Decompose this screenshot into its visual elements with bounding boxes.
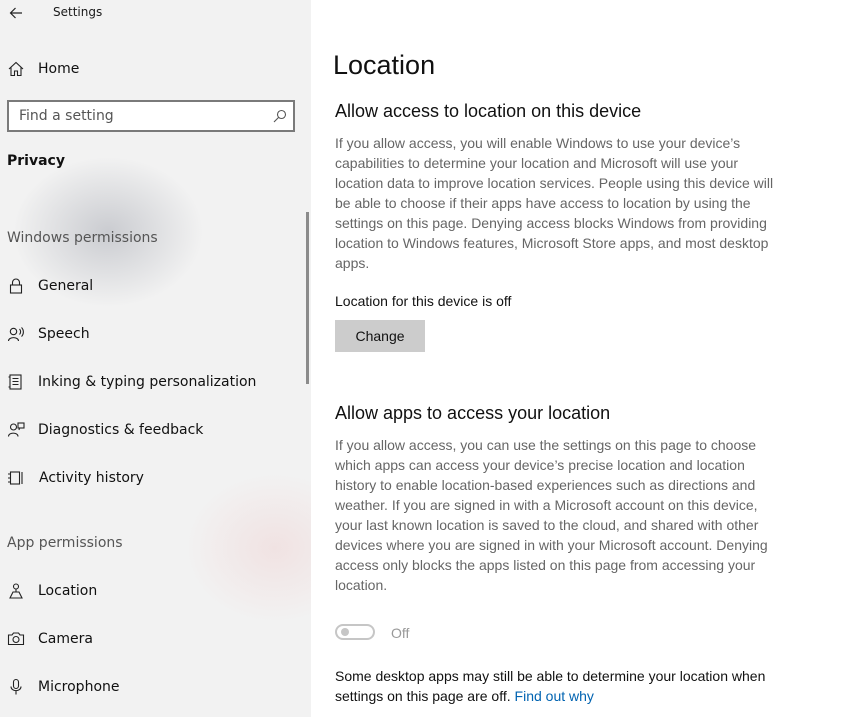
back-button[interactable] — [6, 3, 26, 23]
sidebar-item-label: Inking & typing personalization — [38, 374, 257, 390]
sidebar-item-label: Speech — [38, 326, 90, 342]
sidebar-item-label: Activity history — [39, 470, 144, 486]
apps-location-toggle[interactable] — [335, 624, 375, 640]
device-location-status: Location for this device is off — [335, 293, 512, 309]
sidebar-item-inking-typing[interactable]: Inking & typing personalization — [0, 369, 300, 395]
find-out-why-link[interactable]: Find out why — [515, 688, 594, 704]
location-icon — [7, 582, 25, 600]
search-box — [7, 100, 295, 132]
lock-icon — [7, 277, 25, 295]
sidebar-item-label: Microphone — [38, 679, 120, 695]
page-title: Location — [333, 50, 436, 80]
inking-icon — [7, 373, 25, 391]
sidebar-item-label: Diagnostics & feedback — [38, 422, 204, 438]
activity-history-icon — [7, 469, 25, 487]
diagnostics-icon — [7, 421, 25, 439]
windows-permissions-header: Windows permissions — [7, 230, 158, 246]
apps-access-heading: Allow apps to access your location — [335, 403, 611, 423]
app-permissions-header: App permissions — [7, 535, 123, 551]
sidebar-item-microphone[interactable]: Microphone — [0, 674, 300, 700]
sidebar-item-activity-history[interactable]: Activity history — [0, 465, 300, 491]
toggle-state-label: Off — [391, 625, 410, 641]
sidebar-scrollbar[interactable] — [306, 212, 309, 384]
sidebar-item-home[interactable]: Home — [0, 57, 300, 81]
sidebar-item-general[interactable]: General — [0, 273, 300, 299]
main-content: Location Allow access to location on thi… — [311, 0, 867, 717]
sidebar-item-location[interactable]: Location — [0, 578, 300, 604]
microphone-icon — [7, 678, 25, 696]
apps-access-description: If you allow access, you can use the set… — [335, 437, 768, 593]
sidebar-item-diagnostics-feedback[interactable]: Diagnostics & feedback — [0, 417, 300, 443]
back-arrow-icon — [9, 7, 22, 19]
search-icon[interactable] — [273, 109, 287, 123]
change-button[interactable]: Change — [335, 320, 425, 352]
window-title: Settings — [53, 5, 103, 19]
search-input[interactable] — [19, 106, 259, 126]
sidebar-item-speech[interactable]: Speech — [0, 321, 300, 347]
camera-icon — [7, 630, 25, 648]
sidebar-item-label: Location — [38, 583, 98, 599]
desktop-apps-note: Some desktop apps may still be able to d… — [335, 666, 795, 706]
toggle-knob — [341, 628, 349, 636]
sidebar-item-label: Home — [38, 61, 80, 77]
sidebar-item-camera[interactable]: Camera — [0, 626, 300, 652]
device-access-description: If you allow access, you will enable Win… — [335, 135, 774, 271]
sidebar-item-label: Camera — [38, 631, 93, 647]
speech-icon — [7, 325, 25, 343]
device-access-heading: Allow access to location on this device — [335, 101, 642, 121]
category-title: Privacy — [7, 153, 65, 169]
sidebar-item-label: General — [38, 278, 94, 294]
home-icon — [7, 60, 25, 78]
sidebar: Settings Home Privacy Windows permission… — [0, 0, 311, 717]
